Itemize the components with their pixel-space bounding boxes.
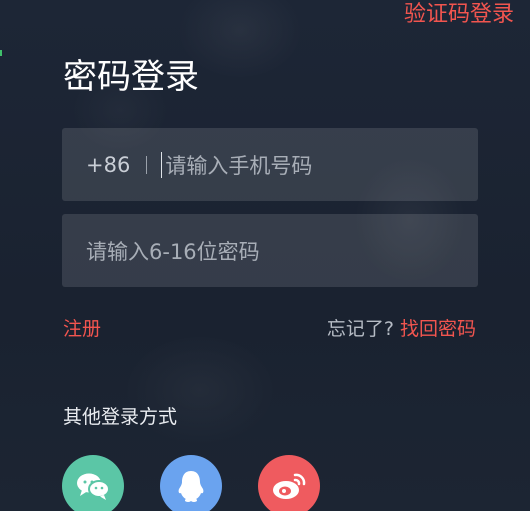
page-title: 密码登录 <box>63 57 199 97</box>
forgot-question: 忘记了? <box>326 317 394 340</box>
weibo-login-button[interactable] <box>258 455 320 511</box>
register-link[interactable]: 注册 <box>63 314 101 341</box>
forgot-password: 忘记了? 找回密码 <box>327 314 476 341</box>
edge-marker <box>0 50 2 56</box>
sms-login-link[interactable]: 验证码登录 <box>404 0 514 30</box>
weibo-icon <box>273 473 306 499</box>
recover-password-link[interactable]: 找回密码 <box>400 318 476 340</box>
social-login-list <box>62 455 320 511</box>
qq-icon <box>178 471 204 502</box>
phone-input-placeholder[interactable]: 请输入手机号码 <box>165 150 312 180</box>
wechat-login-button[interactable] <box>62 455 124 511</box>
links-row: 注册 忘记了? 找回密码 <box>63 314 476 340</box>
text-caret <box>161 151 163 178</box>
qq-login-button[interactable] <box>160 455 222 511</box>
password-input-placeholder[interactable]: 请输入6-16位密码 <box>86 236 260 266</box>
other-login-label: 其他登录方式 <box>63 406 178 428</box>
password-field[interactable]: 请输入6-16位密码 <box>62 214 478 287</box>
phone-field[interactable]: +86 请输入手机号码 <box>62 128 478 201</box>
country-code[interactable]: +86 <box>86 153 130 177</box>
wechat-icon <box>77 473 110 500</box>
separator <box>146 155 148 174</box>
